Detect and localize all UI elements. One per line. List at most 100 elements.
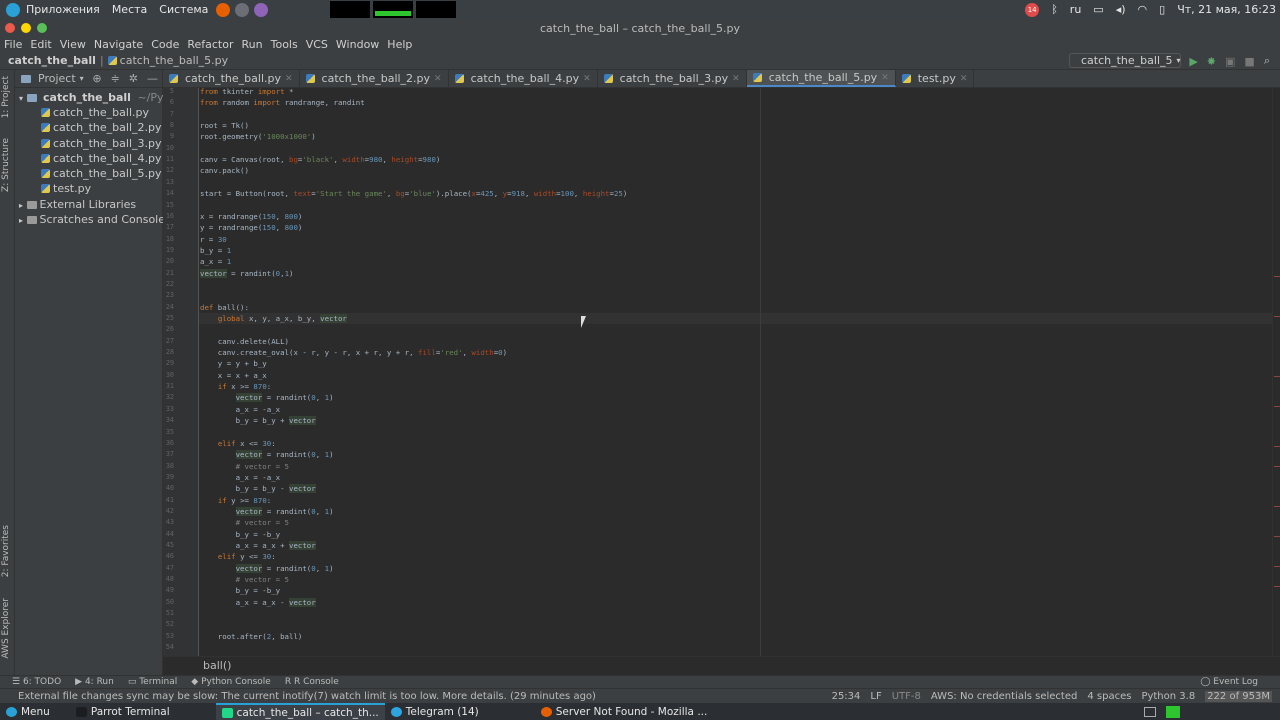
code-line[interactable]: vector = randint(0,1) — [200, 268, 293, 279]
tree-file[interactable]: catch_the_ball.py — [41, 105, 149, 120]
breadcrumb-item[interactable]: ball() — [203, 659, 231, 672]
line-separator[interactable]: LF — [870, 691, 881, 702]
notification-badge[interactable]: 14 — [1025, 2, 1040, 17]
taskbar-item[interactable]: Parrot Terminal — [70, 703, 176, 720]
code-line[interactable]: # vector = 5 — [200, 461, 289, 472]
caret-position[interactable]: 25:34 — [832, 691, 861, 702]
stop-icon[interactable]: ■ — [1244, 55, 1254, 68]
menu-help[interactable]: Help — [387, 38, 412, 51]
collapse-all-icon[interactable]: ≑ — [111, 72, 120, 85]
code-line[interactable]: elif x <= 30: — [200, 438, 276, 449]
menu-code[interactable]: Code — [151, 38, 179, 51]
tab-catch-the-ball-5[interactable]: catch_the_ball_5.py ✕ — [746, 70, 896, 87]
menu-view[interactable]: View — [60, 38, 86, 51]
project-tool-tab[interactable]: 1: Project — [1, 76, 11, 118]
menu-refactor[interactable]: Refactor — [187, 38, 233, 51]
code-line[interactable]: # vector = 5 — [200, 574, 289, 585]
favorites-tool-tab[interactable]: 2: Favorites — [1, 525, 11, 577]
code-line[interactable]: root.after(2, ball) — [200, 631, 303, 642]
code-line[interactable]: canv = Canvas(root, bg='black', width=98… — [200, 154, 440, 165]
code-line[interactable]: b_y = b_y - vector — [200, 483, 316, 494]
terminal-launcher-icon[interactable] — [235, 2, 250, 17]
code-line[interactable]: canv.delete(ALL) — [200, 336, 289, 347]
nav-file[interactable]: catch_the_ball_5.py — [120, 54, 229, 67]
gear-icon[interactable]: ✲ — [129, 72, 138, 85]
code-line[interactable]: elif y <= 30: — [200, 551, 276, 562]
close-tab-icon[interactable]: ✕ — [583, 74, 591, 84]
clock[interactable]: Чт, 21 мая, 16:23 — [1177, 3, 1276, 16]
file-encoding[interactable]: UTF-8 — [892, 691, 921, 702]
close-tab-icon[interactable]: ✕ — [732, 74, 740, 84]
project-view-selector[interactable]: Project — [38, 72, 76, 85]
tree-file[interactable]: catch_the_ball_4.py — [41, 151, 162, 166]
python-interpreter[interactable]: Python 3.8 — [1141, 691, 1195, 702]
code-line[interactable]: b_y = 1 — [200, 245, 231, 256]
wifi-icon[interactable]: ◠ — [1138, 3, 1148, 16]
code-line[interactable]: root = Tk() — [200, 120, 249, 131]
code-line[interactable]: y = randrange(150, 800) — [200, 222, 302, 233]
tree-external-libraries[interactable]: ▸ External Libraries — [19, 197, 136, 212]
tab-catch-the-ball-4[interactable]: catch_the_ball_4.py ✕ — [449, 70, 598, 87]
code-line[interactable]: from random import randrange, randint — [200, 97, 365, 108]
code-line[interactable]: vector = randint(0, 1) — [200, 506, 334, 517]
tab-test[interactable]: test.py ✕ — [896, 70, 975, 87]
taskbar-item[interactable]: Telegram (14) — [385, 703, 485, 720]
tree-file[interactable]: catch_the_ball_5.py — [41, 166, 162, 181]
coverage-icon[interactable]: ▣ — [1225, 55, 1235, 68]
show-desktop-icon[interactable] — [1144, 706, 1156, 717]
structure-tool-tab[interactable]: Z: Structure — [1, 138, 11, 192]
code-line[interactable]: a_x = -a_x — [200, 404, 281, 415]
search-everywhere-icon[interactable]: ⌕ — [1264, 54, 1270, 68]
code-line[interactable]: b_y = -b_y — [200, 529, 281, 540]
aws-credentials[interactable]: AWS: No credentials selected — [931, 691, 1077, 702]
tab-catch-the-ball[interactable]: catch_the_ball.py ✕ — [163, 70, 300, 87]
code-line[interactable]: r = 30 — [200, 234, 227, 245]
tab-catch-the-ball-2[interactable]: catch_the_ball_2.py ✕ — [300, 70, 449, 87]
bluetooth-icon[interactable]: ᛒ — [1051, 3, 1058, 16]
code-line[interactable]: vector = randint(0, 1) — [200, 563, 334, 574]
event-log-tool-button[interactable]: ◯ Event Log — [1200, 677, 1280, 687]
code-line[interactable]: a_x = 1 — [200, 256, 231, 267]
run-config-selector[interactable]: catch_the_ball_5 ▾ — [1069, 53, 1181, 68]
workspace-icon[interactable] — [1166, 705, 1180, 718]
memory-indicator[interactable]: 222 of 953M — [1205, 690, 1272, 702]
code-line[interactable]: y = y + b_y — [200, 358, 267, 369]
close-tab-icon[interactable]: ✕ — [881, 73, 889, 83]
code-line[interactable]: vector = randint(0, 1) — [200, 449, 334, 460]
run-icon[interactable]: ▶ — [1189, 55, 1197, 68]
code-line[interactable]: # vector = 5 — [200, 517, 289, 528]
menu-run[interactable]: Run — [242, 38, 263, 51]
code-line[interactable]: x = x + a_x — [200, 370, 267, 381]
menu-vcs[interactable]: VCS — [306, 38, 328, 51]
code-line[interactable]: a_x = a_x + vector — [200, 540, 316, 551]
taskbar-item[interactable]: catch_the_ball – catch_th... — [215, 703, 385, 720]
code-line[interactable]: canv.pack() — [200, 165, 249, 176]
code-line[interactable]: canv.create_oval(x - r, y - r, x + r, y … — [200, 347, 507, 358]
code-line[interactable]: b_y = -b_y — [200, 585, 281, 596]
app-launcher-icon[interactable] — [254, 2, 269, 17]
code-line[interactable]: if x >= 870: — [200, 381, 271, 392]
display-icon[interactable]: ▭ — [1093, 3, 1103, 16]
menu-system[interactable]: Система — [159, 3, 208, 16]
firefox-icon[interactable] — [216, 2, 231, 17]
menu-places[interactable]: Места — [112, 3, 147, 16]
code-line[interactable]: a_x = a_x - vector — [200, 597, 316, 608]
code-line[interactable]: if y >= 870: — [200, 495, 271, 506]
code-line[interactable]: def ball(): — [200, 302, 249, 313]
code-line[interactable]: vector = randint(0, 1) — [200, 392, 334, 403]
todo-tool-button[interactable]: ☰ 6: TODO — [12, 677, 61, 687]
tree-file[interactable]: catch_the_ball_2.py — [41, 120, 162, 135]
code-line[interactable]: b_y = b_y + vector — [200, 415, 316, 426]
chevron-down-icon[interactable]: ▾ — [80, 74, 84, 83]
close-tab-icon[interactable]: ✕ — [285, 74, 293, 84]
tree-scratches[interactable]: ▸ Scratches and Consoles — [19, 212, 171, 227]
editor-scrollbar[interactable] — [1272, 88, 1280, 656]
menu-navigate[interactable]: Navigate — [94, 38, 143, 51]
editor-gutter[interactable]: ● 56789101112131415161718192021222324252… — [163, 87, 211, 656]
language-indicator[interactable]: ru — [1070, 3, 1082, 16]
tab-catch-the-ball-3[interactable]: catch_the_ball_3.py ✕ — [598, 70, 747, 87]
locate-icon[interactable]: ⊕ — [92, 72, 101, 85]
volume-icon[interactable]: ◂) — [1116, 3, 1126, 16]
close-tab-icon[interactable]: ✕ — [434, 74, 442, 84]
code-line[interactable]: start = Button(root, text='Start the gam… — [200, 188, 627, 199]
